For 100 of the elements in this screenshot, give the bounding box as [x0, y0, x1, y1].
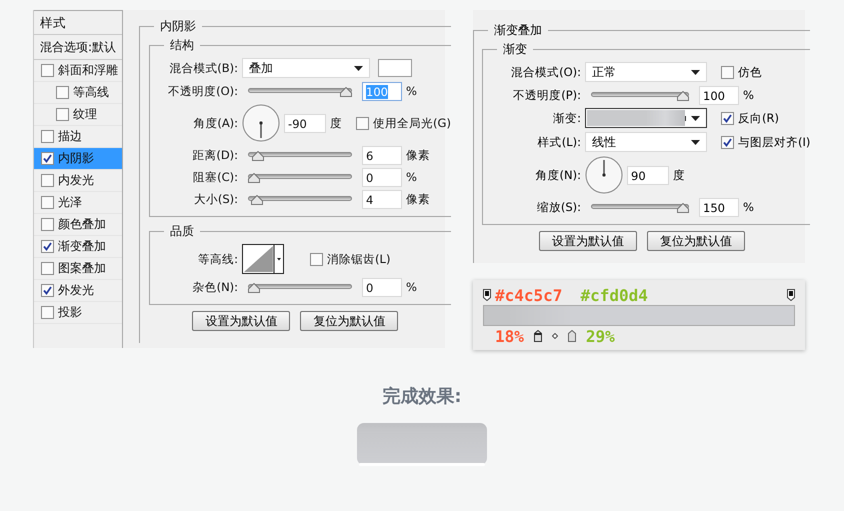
- color-stop-icon[interactable]: [534, 330, 542, 342]
- slider-thumb[interactable]: [340, 87, 352, 97]
- checkbox[interactable]: [41, 262, 54, 275]
- checkbox[interactable]: [41, 152, 54, 165]
- checkbox-label: 使用全局光(G): [373, 116, 451, 130]
- slider-thumb[interactable]: [250, 195, 263, 205]
- value-field[interactable]: 150: [699, 198, 739, 216]
- checkbox[interactable]: [41, 174, 54, 187]
- field-label: 混合模式(O):: [510, 64, 581, 80]
- style-item[interactable]: 投影: [34, 302, 122, 324]
- field-label: 缩放(S):: [536, 200, 581, 214]
- checkbox[interactable]: [721, 136, 734, 148]
- checkbox-label: 仿色: [738, 64, 762, 80]
- angle-dial[interactable]: [585, 156, 623, 194]
- checkbox[interactable]: [56, 108, 69, 121]
- checkbox-label: 反向(R): [738, 110, 779, 126]
- style-item[interactable]: 光泽: [34, 192, 122, 214]
- style-item[interactable]: 内发光: [34, 170, 122, 192]
- field-label: 大小(S):: [192, 192, 238, 206]
- style-item[interactable]: 颜色叠加: [34, 214, 122, 236]
- checkbox[interactable]: [41, 130, 54, 143]
- default-button[interactable]: 复位为默认值: [300, 311, 398, 331]
- blend-dropdown[interactable]: 正常: [585, 62, 707, 82]
- field-label: 样式(L):: [536, 134, 581, 150]
- result-title: 完成效果:: [382, 385, 462, 408]
- value-field[interactable]: 0: [362, 278, 402, 296]
- style-item[interactable]: 等高线: [34, 82, 122, 104]
- location-label: 29%: [586, 326, 615, 346]
- checkbox-label: 消除锯齿(L): [327, 252, 390, 266]
- checkbox[interactable]: [310, 252, 324, 266]
- color-stop-icon[interactable]: [483, 289, 491, 301]
- field-label: 等高线:: [197, 252, 238, 266]
- value-field[interactable]: 4: [362, 190, 402, 208]
- angle-field[interactable]: 90: [627, 166, 669, 184]
- angle-field[interactable]: -90: [284, 114, 326, 132]
- blend-options-item[interactable]: 混合选项:默认: [34, 35, 122, 60]
- slider-thumb[interactable]: [677, 91, 689, 101]
- style-item[interactable]: 图案叠加: [34, 258, 122, 280]
- slider-track[interactable]: [248, 85, 352, 97]
- style-item[interactable]: 斜面和浮雕: [34, 60, 122, 82]
- section-title: 品质: [169, 223, 196, 240]
- checkbox[interactable]: [56, 86, 69, 99]
- unit-label: %: [743, 200, 754, 214]
- styles-header: 样式: [34, 10, 122, 35]
- slider-thumb[interactable]: [252, 151, 264, 161]
- field-label: 渐变:: [552, 110, 581, 126]
- checkbox[interactable]: [356, 116, 370, 130]
- default-button[interactable]: 复位为默认值: [647, 231, 746, 251]
- blend-dropdown[interactable]: 线性: [585, 132, 707, 152]
- slider-track[interactable]: [248, 171, 352, 183]
- slider-thumb[interactable]: [677, 203, 689, 213]
- field-label: 混合模式(B):: [168, 60, 238, 76]
- style-item[interactable]: 纹理: [34, 104, 122, 126]
- color-stop-icon[interactable]: [787, 289, 795, 301]
- midpoint-icon[interactable]: [552, 333, 558, 339]
- checkbox[interactable]: [721, 66, 734, 78]
- value-field[interactable]: 100: [699, 86, 739, 104]
- field-label: 阻塞(C):: [192, 170, 238, 184]
- slider-track[interactable]: [591, 201, 689, 213]
- checkbox[interactable]: [41, 306, 54, 319]
- checkbox[interactable]: [41, 284, 54, 297]
- checkbox[interactable]: [41, 196, 54, 209]
- checkbox[interactable]: [41, 218, 54, 231]
- slider-thumb[interactable]: [248, 283, 260, 293]
- value-field[interactable]: 6: [362, 146, 402, 164]
- unit-label: 像素: [406, 192, 430, 206]
- slider-track[interactable]: [591, 89, 689, 101]
- slider-track[interactable]: [248, 149, 352, 161]
- caret-icon: [691, 116, 700, 120]
- slider-track[interactable]: [248, 281, 352, 293]
- style-item[interactable]: 外发光: [34, 280, 122, 302]
- checkbox-label: 与图层对齐(I): [738, 134, 810, 150]
- unit-label: %: [406, 280, 417, 294]
- angle-dial[interactable]: [242, 104, 280, 142]
- location-label: 18%: [495, 326, 524, 346]
- style-item[interactable]: 渐变叠加: [34, 236, 122, 258]
- unit-label: 像素: [406, 148, 430, 162]
- gradient-picker[interactable]: [585, 108, 707, 128]
- default-button[interactable]: 设置为默认值: [192, 311, 290, 331]
- unit-label: %: [406, 84, 417, 98]
- color-stop-icon[interactable]: [568, 330, 576, 342]
- slider-thumb[interactable]: [248, 173, 260, 183]
- unit-label: 度: [330, 116, 342, 130]
- field-label: 不透明度(O):: [167, 84, 238, 98]
- unit-label: 度: [673, 168, 685, 182]
- caret-icon: [691, 140, 700, 144]
- panel-title: 渐变叠加: [493, 22, 543, 39]
- field-label: 距离(D):: [191, 148, 238, 162]
- blend-dropdown[interactable]: 叠加: [242, 58, 370, 78]
- default-button[interactable]: 设置为默认值: [539, 231, 638, 251]
- contour-picker[interactable]: [242, 244, 284, 274]
- style-item[interactable]: 内阴影: [34, 148, 122, 170]
- checkbox[interactable]: [721, 112, 734, 124]
- slider-track[interactable]: [248, 193, 352, 205]
- caret-icon: [691, 70, 700, 74]
- checkbox[interactable]: [41, 64, 54, 77]
- value-field[interactable]: 0: [362, 168, 402, 186]
- color-code: #cfd0d4: [580, 286, 648, 304]
- checkbox[interactable]: [41, 240, 54, 253]
- color-swatch[interactable]: [378, 59, 412, 77]
